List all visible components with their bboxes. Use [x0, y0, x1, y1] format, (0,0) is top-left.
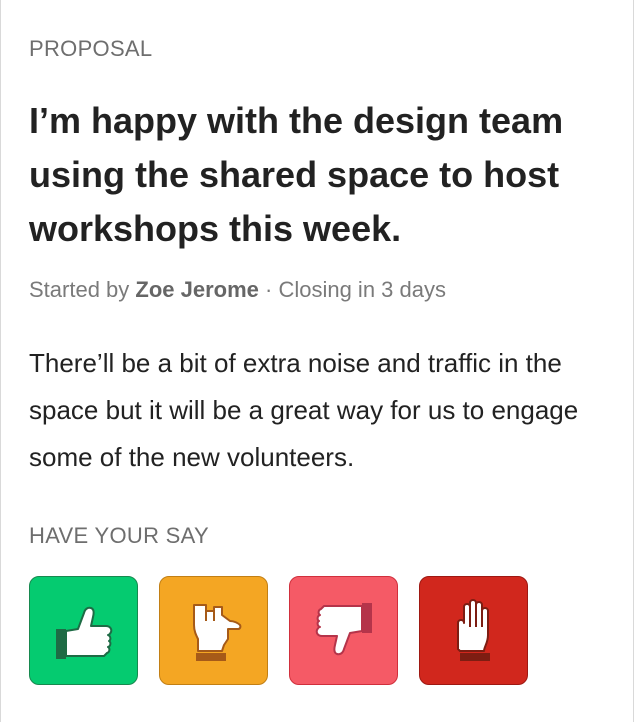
author-name[interactable]: Zoe Jerome [135, 277, 259, 302]
proposal-meta: Started by Zoe Jerome · Closing in 3 day… [29, 277, 446, 303]
have-your-say-label: HAVE YOUR SAY [29, 523, 209, 548]
thumbs-down-icon [315, 602, 372, 655]
block-button[interactable] [419, 576, 528, 685]
proposal-description: There’ll be a bit of extra noise and tra… [29, 348, 579, 472]
meta-separator: · [258, 277, 279, 302]
started-by-label: Started by [29, 277, 136, 302]
raised-hand-icon [456, 598, 490, 661]
agree-button[interactable] [29, 576, 138, 685]
proposal-kicker: PROPOSAL [29, 36, 153, 61]
disagree-button[interactable] [289, 576, 398, 685]
abstain-button[interactable] [159, 576, 268, 685]
thumbs-up-icon [55, 606, 112, 659]
proposal-title: I’m happy with the design team using the… [29, 100, 564, 249]
thumb-sideways-icon [192, 603, 241, 661]
closing-time: Closing in 3 days [278, 277, 446, 302]
vote-buttons [29, 576, 528, 685]
proposal-card: PROPOSAL I’m happy with the design team … [0, 0, 634, 722]
